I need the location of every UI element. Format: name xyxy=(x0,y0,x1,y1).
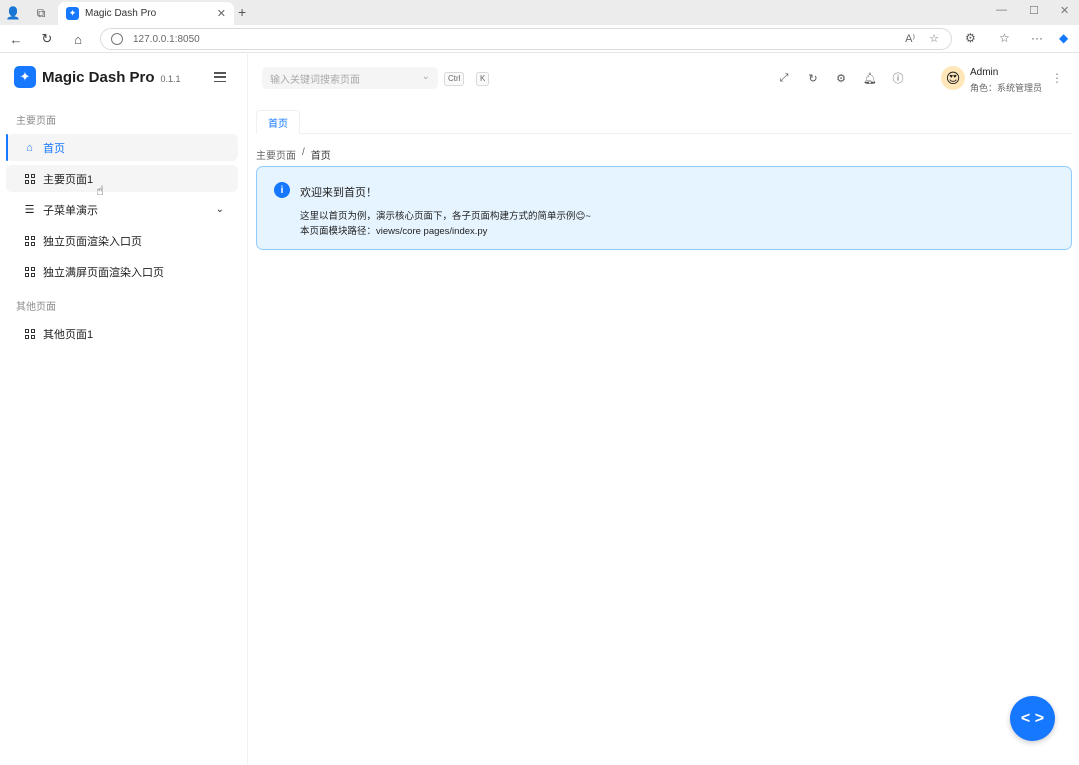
alert-description-line2: 本页面模块路径：views/core pages/index.py xyxy=(300,223,487,237)
menu-group-main: 主要页面 xyxy=(16,116,56,127)
site-info-icon[interactable] xyxy=(111,33,123,45)
new-tab-icon[interactable]: + xyxy=(238,4,246,20)
user-name[interactable]: Admin xyxy=(970,67,998,78)
sidebar-item-label: 主要页面1 xyxy=(43,173,94,186)
breadcrumb-current: 首页 xyxy=(310,151,331,162)
alert-module-path: views/core pages/index.py xyxy=(376,226,488,237)
workspaces-icon[interactable]: ⧉ xyxy=(32,4,50,22)
sidebar-item-submenu-demo[interactable]: ☰ 子菜单演示 ⌄ xyxy=(6,196,238,223)
favorites-icon[interactable]: ☆ xyxy=(999,31,1010,45)
main-content: 输入关键词搜索页面 ⌄ Ctrl K ⤢ ↻ ⚙ 🔔︎ ⓘ 😍 Admin 角色… xyxy=(248,54,1079,765)
logo-title: Magic Dash Pro xyxy=(42,68,155,86)
fullscreen-icon[interactable]: ⤢ xyxy=(777,71,791,85)
app: ✦ Magic Dash Pro 0.1.1 主要页面 ⌂ 首页 主要页面1 ☝… xyxy=(0,54,1079,765)
sidebar-item-other-page-1[interactable]: 其他页面1 xyxy=(6,320,238,347)
page-search-input[interactable]: 输入关键词搜索页面 ⌄ xyxy=(262,67,438,89)
more-menu-icon[interactable]: ··· xyxy=(1031,31,1043,45)
tab-home[interactable]: 首页 xyxy=(256,110,300,134)
sidebar-item-fullscreen-page[interactable]: 独立满屏页面渲染入口页 xyxy=(6,258,238,285)
help-icon[interactable]: ⓘ xyxy=(891,71,905,85)
chevron-down-icon: ⌄ xyxy=(421,71,430,82)
copilot-icon[interactable]: ◆ xyxy=(1059,31,1068,45)
url-text: 127.0.0.1:8050 xyxy=(133,33,200,45)
alert-path-prefix: 本页面模块路径： xyxy=(300,226,377,237)
chevron-down-icon: ⌄ xyxy=(215,204,224,215)
home-browser-icon[interactable]: ⌂ xyxy=(70,31,86,47)
collapse-sidebar-icon[interactable] xyxy=(214,72,226,82)
refresh-icon[interactable]: ↻ xyxy=(806,71,820,85)
browser-tab[interactable]: ✦ Magic Dash Pro ✕ xyxy=(58,2,234,25)
search-placeholder: 输入关键词搜索页面 xyxy=(270,74,360,86)
browser-tab-bar: 👤 ⧉ ✦ Magic Dash Pro ✕ + — ☐ ✕ xyxy=(0,0,1079,25)
grid-icon xyxy=(24,235,35,246)
info-icon: i xyxy=(274,182,290,198)
maximize-icon[interactable]: ☐ xyxy=(1029,4,1039,17)
url-field[interactable]: 127.0.0.1:8050 A⁾ ☆ xyxy=(100,28,952,50)
logo-version: 0.1.1 xyxy=(160,74,181,84)
sidebar-item-label: 首页 xyxy=(43,142,65,155)
browser-address-bar: ← ↻ ⌂ 127.0.0.1:8050 A⁾ ☆ ⚙ ☆ ··· ◆ xyxy=(0,25,1079,53)
settings-icon[interactable]: ⚙ xyxy=(834,71,848,85)
alert-title: 欢迎来到首页！ xyxy=(300,187,377,199)
back-icon[interactable]: ← xyxy=(8,31,24,47)
profile-icon[interactable]: 👤 xyxy=(4,4,22,22)
breadcrumb-parent[interactable]: 主要页面 xyxy=(256,147,296,162)
extensions-icon[interactable]: ⚙ xyxy=(965,31,976,45)
window-close-icon[interactable]: ✕ xyxy=(1060,4,1069,17)
sidebar-item-label: 独立满屏页面渲染入口页 xyxy=(43,266,164,279)
breadcrumb-separator: / xyxy=(302,147,305,158)
favorite-star-icon[interactable]: ☆ xyxy=(929,32,939,45)
tab-close-icon[interactable]: ✕ xyxy=(217,7,226,20)
grid-icon xyxy=(24,328,35,339)
kbd-ctrl: Ctrl xyxy=(444,72,465,86)
tab-favicon-icon: ✦ xyxy=(66,7,79,20)
list-icon: ☰ xyxy=(24,204,35,216)
breadcrumb: 主要页面 / 首页 xyxy=(256,147,331,162)
menu-group-other: 其他页面 xyxy=(16,302,56,313)
kbd-k: K xyxy=(476,72,490,86)
alert-description-line1: 这里以首页为例，演示核心页面下，各子页面构建方式的简单示例😊~ xyxy=(300,211,591,222)
read-aloud-icon[interactable]: A⁾ xyxy=(905,32,915,45)
grid-icon xyxy=(24,173,35,184)
user-role: 角色：系统管理员 xyxy=(970,83,1043,93)
logo-icon: ✦ xyxy=(14,66,36,88)
minimize-icon[interactable]: — xyxy=(996,4,1007,16)
page-tabs: 首页 xyxy=(256,110,1072,134)
reload-icon[interactable]: ↻ xyxy=(39,31,55,47)
sidebar-item-label: 其他页面1 xyxy=(43,328,94,341)
sidebar-item-standalone-page[interactable]: 独立页面渲染入口页 xyxy=(6,227,238,254)
more-vertical-icon[interactable]: ⋮ xyxy=(1051,71,1063,85)
sidebar-item-label: 子菜单演示 xyxy=(43,204,98,217)
sidebar-item-home[interactable]: ⌂ 首页 xyxy=(6,134,238,161)
welcome-alert: i 欢迎来到首页！ 这里以首页为例，演示核心页面下，各子页面构建方式的简单示例😊… xyxy=(256,166,1072,250)
tab-title: Magic Dash Pro xyxy=(85,8,157,19)
code-float-button[interactable]: < > xyxy=(1010,696,1055,741)
code-icon: < > xyxy=(1020,709,1045,727)
grid-icon xyxy=(24,266,35,277)
sidebar: ✦ Magic Dash Pro 0.1.1 主要页面 ⌂ 首页 主要页面1 ☝… xyxy=(0,54,248,765)
sidebar-item-main-page-1[interactable]: 主要页面1 xyxy=(6,165,238,192)
active-indicator xyxy=(6,134,8,161)
avatar[interactable]: 😍 xyxy=(941,66,965,90)
sidebar-item-label: 独立页面渲染入口页 xyxy=(43,235,142,248)
home-icon: ⌂ xyxy=(26,141,33,154)
app-logo: ✦ Magic Dash Pro 0.1.1 xyxy=(14,66,181,88)
bell-icon[interactable]: 🔔︎ xyxy=(863,71,877,85)
